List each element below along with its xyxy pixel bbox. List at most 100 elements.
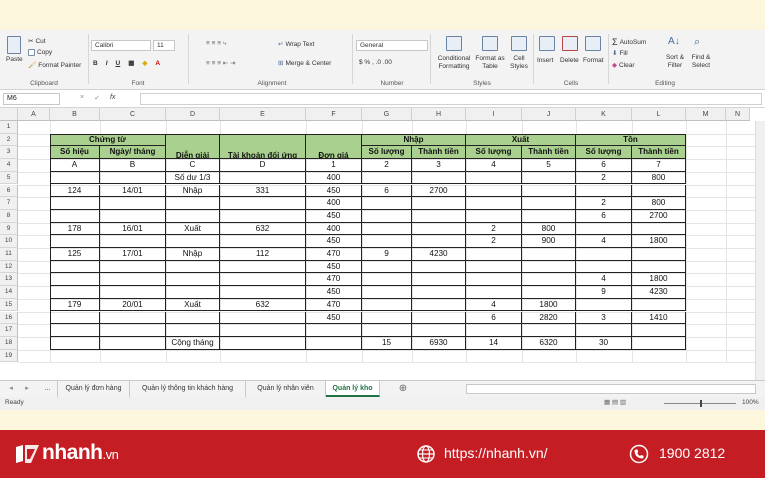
table-cell[interactable]: [522, 324, 576, 337]
table-cell[interactable]: [412, 197, 466, 210]
table-cell[interactable]: [576, 222, 632, 236]
table-cell[interactable]: 1800: [522, 298, 576, 312]
table-cell[interactable]: [362, 171, 412, 185]
paste-button[interactable]: Paste: [6, 56, 23, 63]
tab-more[interactable]: ...: [38, 381, 58, 397]
table-cell[interactable]: [362, 311, 412, 325]
header-chung-tu[interactable]: Chứng từ: [50, 133, 166, 147]
table-cell[interactable]: [412, 260, 466, 274]
row-header[interactable]: 14: [0, 286, 18, 299]
row-header[interactable]: 12: [0, 260, 18, 274]
table-cell[interactable]: 179: [50, 298, 100, 312]
table-cell[interactable]: [576, 324, 632, 337]
table-cell[interactable]: 2: [576, 171, 632, 185]
table-cell[interactable]: [220, 171, 306, 185]
table-cell[interactable]: [522, 197, 576, 210]
row-header[interactable]: 1: [0, 121, 18, 134]
table-cell[interactable]: [362, 273, 412, 287]
table-cell[interactable]: 900: [522, 235, 576, 248]
number-format-buttons[interactable]: $ % , .0 .00: [359, 59, 392, 66]
table-cell[interactable]: [466, 273, 522, 287]
cut-button[interactable]: ✂ Cut: [28, 37, 46, 46]
table-cell[interactable]: [632, 336, 686, 350]
table-cell[interactable]: [522, 209, 576, 223]
table-cell[interactable]: 30: [576, 336, 632, 350]
table-cell[interactable]: 4: [466, 298, 522, 312]
table-cell[interactable]: [412, 235, 466, 248]
table-cell[interactable]: 800: [522, 222, 576, 236]
table-cell[interactable]: 470: [306, 273, 362, 287]
row-header[interactable]: 10: [0, 235, 18, 248]
table-cell[interactable]: 400: [306, 171, 362, 185]
table-cell[interactable]: [412, 209, 466, 223]
cancel-icon[interactable]: ×: [80, 94, 84, 102]
table-cell[interactable]: 3: [412, 159, 466, 172]
header-nhap[interactable]: Nhập: [362, 133, 466, 147]
table-cell[interactable]: [220, 273, 306, 287]
table-cell[interactable]: 450: [306, 311, 362, 325]
table-cell[interactable]: [522, 286, 576, 299]
phone-number[interactable]: 1900 2812: [659, 445, 725, 461]
font-color-icon[interactable]: A: [155, 60, 160, 67]
table-cell[interactable]: [522, 184, 576, 198]
table-cell[interactable]: [50, 311, 100, 325]
table-cell[interactable]: [50, 260, 100, 274]
table-cell[interactable]: 2: [466, 222, 522, 236]
table-cell[interactable]: 14/01: [100, 184, 166, 198]
table-cell[interactable]: [576, 298, 632, 312]
table-cell[interactable]: 9: [576, 286, 632, 299]
autosum-button[interactable]: Σ AutoSum: [612, 37, 646, 47]
table-cell[interactable]: 1800: [632, 273, 686, 287]
table-cell[interactable]: [100, 311, 166, 325]
number-format-select[interactable]: General: [356, 40, 428, 51]
table-cell[interactable]: [576, 184, 632, 198]
table-cell[interactable]: Nhập: [166, 248, 220, 261]
table-cell[interactable]: [412, 273, 466, 287]
table-cell[interactable]: 2: [362, 159, 412, 172]
column-header[interactable]: K: [576, 108, 632, 121]
zoom-slider-thumb[interactable]: [700, 400, 702, 407]
table-cell[interactable]: 124: [50, 184, 100, 198]
table-cell[interactable]: 5: [522, 159, 576, 172]
vertical-scrollbar[interactable]: [755, 121, 765, 391]
table-cell[interactable]: 7: [632, 159, 686, 172]
row-header[interactable]: 6: [0, 184, 18, 198]
table-cell[interactable]: 4: [576, 273, 632, 287]
table-cell[interactable]: [362, 235, 412, 248]
row-header[interactable]: 9: [0, 222, 18, 236]
table-cell[interactable]: [362, 260, 412, 274]
table-cell[interactable]: 632: [220, 298, 306, 312]
header-ngay-thang[interactable]: Ngày/ tháng: [100, 146, 166, 160]
column-header[interactable]: J: [522, 108, 576, 121]
header-thanh-tien[interactable]: Thành tiền: [632, 146, 686, 160]
table-cell[interactable]: [306, 336, 362, 350]
header-ton[interactable]: Tồn: [576, 133, 686, 147]
table-cell[interactable]: 400: [306, 197, 362, 210]
table-cell[interactable]: [412, 171, 466, 185]
table-cell[interactable]: [632, 260, 686, 274]
sort-filter-button[interactable]: Sort & Filter: [662, 54, 688, 70]
table-cell[interactable]: 2820: [522, 311, 576, 325]
table-cell[interactable]: Số dư 1/3: [166, 171, 220, 185]
table-cell[interactable]: [220, 311, 306, 325]
table-cell[interactable]: [100, 336, 166, 350]
table-cell[interactable]: 112: [220, 248, 306, 261]
table-cell[interactable]: [220, 324, 306, 337]
header-thanh-tien[interactable]: Thành tiền: [522, 146, 576, 160]
font-size-select[interactable]: 11: [153, 40, 175, 51]
select-all-corner[interactable]: [0, 108, 18, 121]
row-header[interactable]: 7: [0, 197, 18, 210]
table-cell[interactable]: Xuất: [166, 222, 220, 236]
table-cell[interactable]: 450: [306, 235, 362, 248]
table-cell[interactable]: 450: [306, 209, 362, 223]
table-cell[interactable]: [220, 209, 306, 223]
table-cell[interactable]: 470: [306, 298, 362, 312]
name-box[interactable]: M6: [3, 93, 60, 105]
row-header[interactable]: 18: [0, 336, 18, 350]
table-cell[interactable]: [50, 336, 100, 350]
table-cell[interactable]: [412, 298, 466, 312]
table-cell[interactable]: 125: [50, 248, 100, 261]
table-cell[interactable]: 1800: [632, 235, 686, 248]
table-cell[interactable]: [466, 324, 522, 337]
tab-scroll-left-icon[interactable]: ◂: [4, 381, 18, 397]
